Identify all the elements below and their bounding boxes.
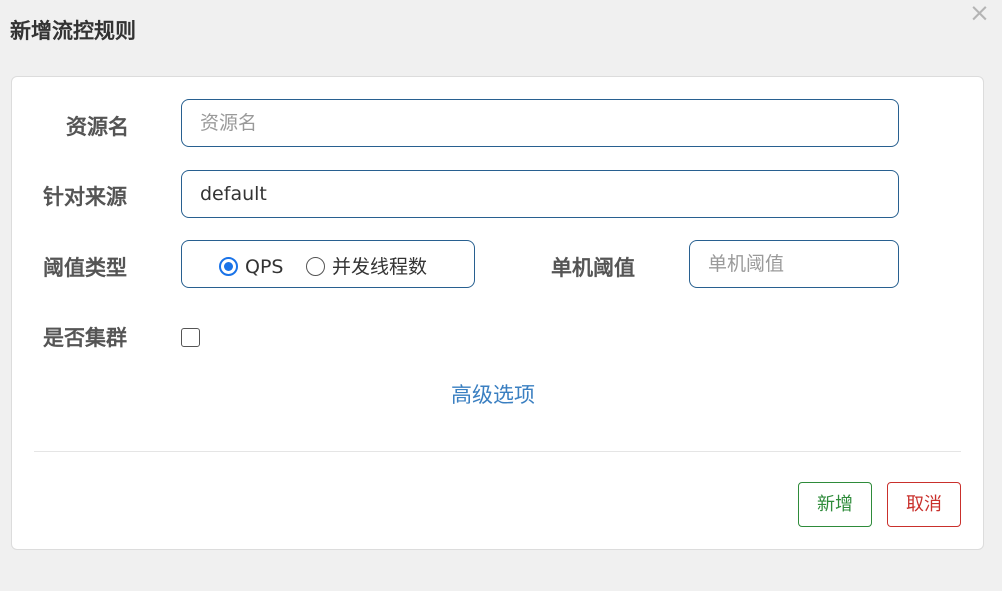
threshold-input[interactable]	[689, 240, 899, 288]
close-icon[interactable]: ×	[969, 0, 990, 26]
resource-name-input[interactable]	[181, 99, 899, 147]
origin-input[interactable]	[181, 170, 899, 218]
footer-divider	[34, 451, 961, 452]
resource-name-label: 资源名	[66, 115, 129, 139]
cluster-checkbox[interactable]	[181, 328, 200, 347]
advanced-options-link[interactable]: 高级选项	[451, 381, 535, 409]
radio-threads[interactable]	[306, 257, 325, 276]
origin-label: 针对来源	[43, 185, 127, 209]
threshold-type-label: 阈值类型	[43, 256, 127, 280]
radio-qps-label[interactable]: QPS	[245, 255, 283, 279]
cluster-label: 是否集群	[43, 326, 127, 350]
radio-threads-label[interactable]: 并发线程数	[332, 255, 427, 279]
radio-qps[interactable]	[219, 257, 238, 276]
cancel-button[interactable]: 取消	[887, 482, 961, 527]
threshold-type-group: QPS 并发线程数	[181, 240, 475, 288]
threshold-label: 单机阈值	[551, 256, 635, 280]
dialog-title: 新增流控规则	[10, 19, 136, 43]
add-button[interactable]: 新增	[798, 482, 872, 527]
form-panel	[11, 76, 984, 550]
